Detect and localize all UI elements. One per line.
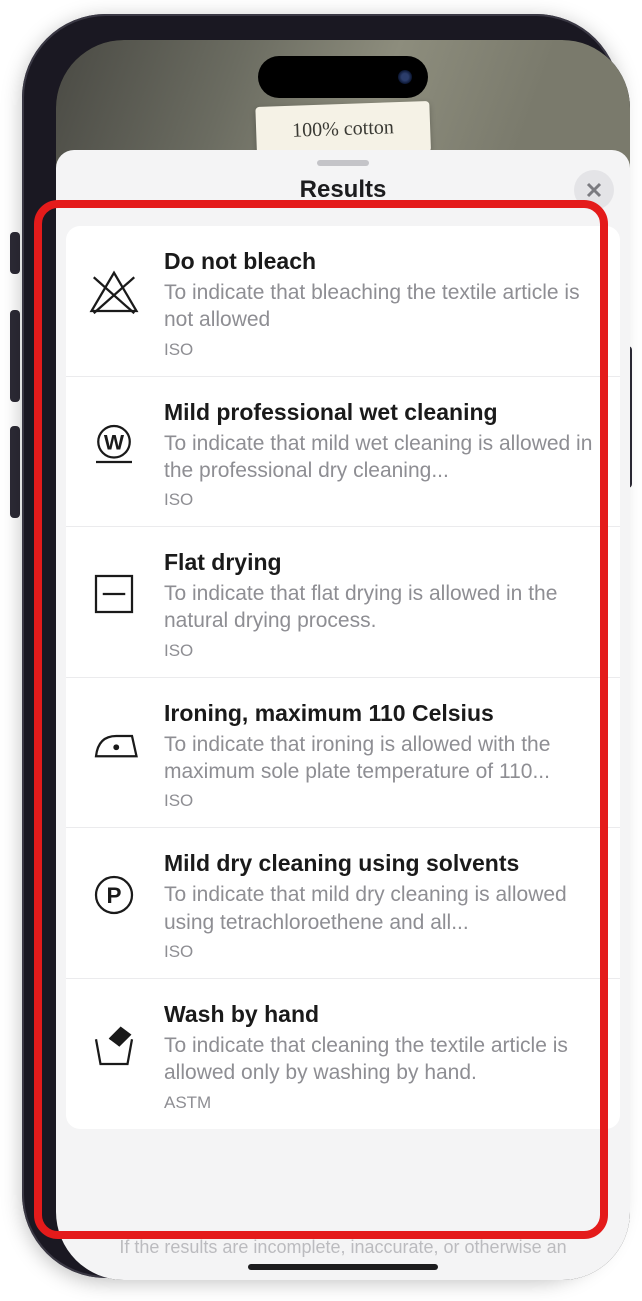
sheet-grabber[interactable] <box>317 160 369 166</box>
result-title: Ironing, maximum 110 Celsius <box>164 700 598 727</box>
hand-wash-icon <box>84 1001 144 1073</box>
result-title: Mild professional wet cleaning <box>164 399 598 426</box>
dynamic-island <box>258 56 428 98</box>
result-item[interactable]: Wash by hand To indicate that cleaning t… <box>66 979 620 1129</box>
wet-cleaning-mild-icon: W <box>84 399 144 471</box>
result-item[interactable]: W Mild professional wet cleaning To indi… <box>66 377 620 528</box>
result-standard: ISO <box>164 791 598 811</box>
do-not-bleach-icon <box>84 248 144 320</box>
results-sheet: Results Do not bleach To indicate that b… <box>56 150 630 1280</box>
result-description: To indicate that mild dry cleaning is al… <box>164 881 598 936</box>
sheet-title: Results <box>56 176 630 204</box>
flat-drying-icon <box>84 549 144 621</box>
dry-clean-p-icon: P <box>84 850 144 922</box>
iron-110-icon <box>84 700 144 772</box>
result-item[interactable]: P Mild dry cleaning using solvents To in… <box>66 828 620 979</box>
volume-up-button <box>10 310 20 402</box>
volume-down-button <box>10 426 20 518</box>
svg-text:W: W <box>104 430 125 454</box>
result-title: Mild dry cleaning using solvents <box>164 850 598 877</box>
results-footer-note: If the results are incomplete, inaccurat… <box>56 1237 630 1258</box>
result-standard: ISO <box>164 490 598 510</box>
result-description: To indicate that mild wet cleaning is al… <box>164 430 598 485</box>
result-description: To indicate that cleaning the textile ar… <box>164 1032 598 1087</box>
volume-mute-switch <box>10 232 20 274</box>
result-item[interactable]: Ironing, maximum 110 Celsius To indicate… <box>66 678 620 829</box>
result-title: Wash by hand <box>164 1001 598 1028</box>
phone-frame: 100% cotton Results Do not bleach To i <box>22 14 620 1278</box>
result-item[interactable]: Flat drying To indicate that flat drying… <box>66 527 620 678</box>
result-description: To indicate that flat drying is allowed … <box>164 580 598 635</box>
screen: 100% cotton Results Do not bleach To i <box>56 40 630 1280</box>
result-standard: ISO <box>164 641 598 661</box>
result-title: Do not bleach <box>164 248 598 275</box>
result-description: To indicate that ironing is allowed with… <box>164 731 598 786</box>
result-item[interactable]: Do not bleach To indicate that bleaching… <box>66 226 620 377</box>
result-standard: ASTM <box>164 1093 598 1113</box>
result-description: To indicate that bleaching the textile a… <box>164 279 598 334</box>
close-icon <box>586 182 602 198</box>
result-standard: ISO <box>164 942 598 962</box>
close-button[interactable] <box>574 170 614 210</box>
result-title: Flat drying <box>164 549 598 576</box>
result-standard: ISO <box>164 340 598 360</box>
svg-text:P: P <box>106 883 121 908</box>
home-indicator[interactable] <box>248 1264 438 1270</box>
results-list: Do not bleach To indicate that bleaching… <box>66 226 620 1129</box>
